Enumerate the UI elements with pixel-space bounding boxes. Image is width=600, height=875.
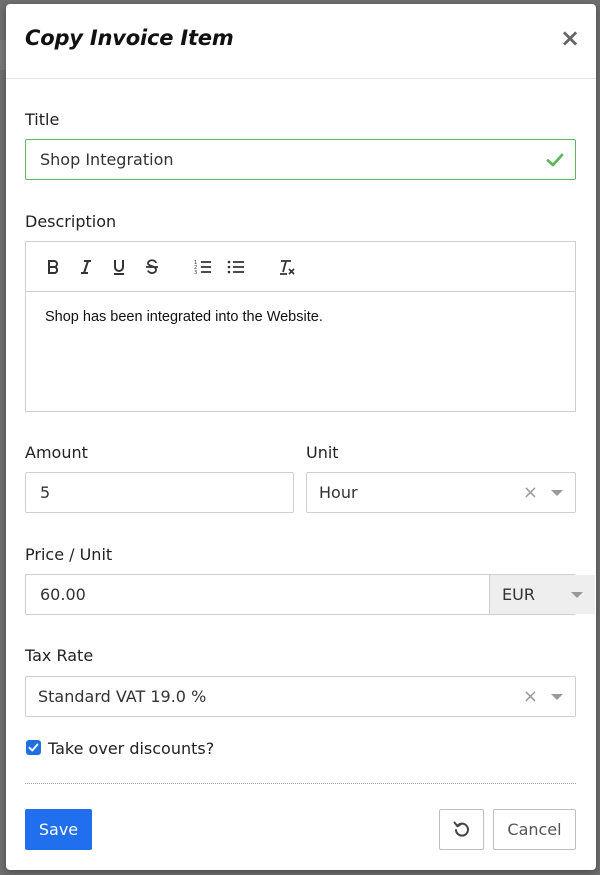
description-text: Shop has been integrated into the Websit… bbox=[45, 309, 323, 325]
bullet-list-icon[interactable] bbox=[225, 256, 247, 278]
reset-button[interactable] bbox=[439, 809, 484, 850]
discounts-checkbox[interactable] bbox=[26, 740, 41, 755]
title-label: Title bbox=[25, 110, 60, 129]
description-editor: 123 Shop has been integrated into the We… bbox=[25, 241, 576, 412]
cancel-button[interactable]: Cancel bbox=[493, 809, 576, 850]
unit-value: Hour bbox=[319, 483, 358, 502]
strikethrough-icon[interactable] bbox=[141, 256, 163, 278]
clear-icon[interactable]: × bbox=[523, 677, 538, 716]
save-button[interactable]: Save bbox=[25, 809, 92, 850]
copy-invoice-item-modal: Copy Invoice Item × Title Shop Integrati… bbox=[6, 4, 596, 870]
price-label: Price / Unit bbox=[25, 545, 113, 564]
tax-rate-select[interactable]: Standard VAT 19.0 % × bbox=[25, 676, 576, 717]
chevron-down-icon bbox=[571, 592, 583, 598]
amount-input[interactable]: 5 bbox=[25, 472, 294, 513]
bold-icon[interactable] bbox=[42, 256, 64, 278]
price-value[interactable]: 60.00 bbox=[40, 575, 86, 614]
currency-select[interactable]: EUR bbox=[489, 575, 595, 614]
modal-header: Copy Invoice Item × bbox=[6, 4, 596, 79]
title-input-value: Shop Integration bbox=[40, 150, 174, 169]
underline-icon[interactable] bbox=[108, 256, 130, 278]
editor-content[interactable]: Shop has been integrated into the Websit… bbox=[26, 292, 575, 342]
checkmark-icon bbox=[28, 743, 39, 752]
chevron-down-icon[interactable] bbox=[551, 694, 563, 700]
close-icon[interactable]: × bbox=[558, 24, 582, 52]
clear-format-icon[interactable] bbox=[276, 256, 298, 278]
editor-toolbar: 123 bbox=[26, 242, 575, 292]
modal-title: Copy Invoice Item bbox=[25, 26, 234, 50]
description-label: Description bbox=[25, 212, 117, 231]
title-input[interactable]: Shop Integration bbox=[25, 139, 576, 180]
unit-select[interactable]: Hour × bbox=[306, 472, 576, 513]
ordered-list-icon[interactable]: 123 bbox=[192, 256, 214, 278]
svg-text:3: 3 bbox=[194, 270, 197, 275]
check-icon bbox=[546, 153, 564, 167]
amount-label: Amount bbox=[25, 443, 88, 462]
discounts-label[interactable]: Take over discounts? bbox=[48, 739, 214, 758]
currency-value: EUR bbox=[502, 585, 535, 604]
italic-icon[interactable] bbox=[75, 256, 97, 278]
undo-icon bbox=[453, 821, 469, 837]
clear-icon[interactable]: × bbox=[523, 473, 538, 512]
unit-label: Unit bbox=[306, 443, 339, 462]
tax-rate-label: Tax Rate bbox=[25, 646, 94, 665]
chevron-down-icon[interactable] bbox=[551, 490, 563, 496]
price-input-group: 60.00 EUR bbox=[25, 574, 595, 615]
amount-value: 5 bbox=[40, 483, 51, 502]
tax-rate-value: Standard VAT 19.0 % bbox=[38, 687, 207, 706]
divider bbox=[25, 783, 576, 784]
